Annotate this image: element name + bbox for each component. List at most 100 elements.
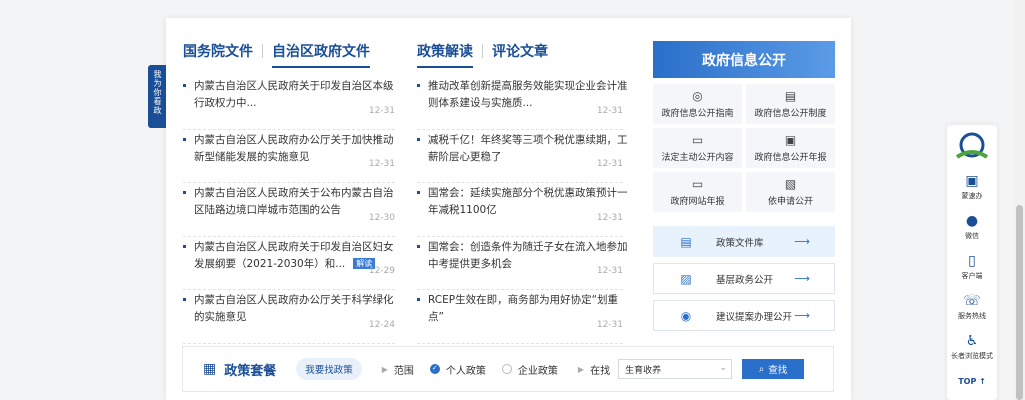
emblem-icon [955,132,989,159]
news-date: 12-31 [596,266,623,276]
news-date: 12-31 [596,105,623,116]
tab-commentary[interactable]: 评论文章 [492,41,548,61]
apply-open[interactable]: ▧ 依申请公开 [746,172,835,212]
policy-package-bar: ▦ 政策套餐 我要找政策 ▶ 范围 个人政策 企业政策 ▶ 在找 生育收养 ⌄ … [182,346,834,392]
policy-library-button[interactable]: ▤ 政策文件库 ⟶ [653,226,835,257]
range-label: 范围 [393,365,414,377]
left-tabs: 国务院文件 自治区政府文件 [183,41,370,68]
search-button[interactable]: ⌕ 查找 [742,359,805,379]
news-date: 12-24 [368,319,395,330]
list-item[interactable]: 减税千亿！年终奖等三项个税优惠续期，工薪阶层心更稳了 12-31 [417,130,628,183]
grassroots-open-button[interactable]: ▨ 基层政务公开 ⟶ [653,263,835,294]
topic-select[interactable]: 生育收养 ⌄ [618,359,733,379]
enterprise-policy-label[interactable]: 企业政策 [518,362,558,377]
news-date: 12-29 [368,266,395,276]
button-label: 政策文件库 [716,237,764,249]
search-icon: ⌕ [758,363,765,375]
rb-label: 长者浏览模式 [951,352,993,360]
top-label: TOP ↑ [958,377,986,386]
list-item[interactable]: 内蒙古自治区人民政府办公厅关于加快推动新型储能发展的实施意见 12-31 [183,130,395,183]
list-item[interactable]: 国常会：创造条件为随迁子女在流入地参加中考提供更多机会 12-31 [417,237,628,290]
arrow-right-icon: ⟶ [794,272,810,285]
elder-icon: ♿ [965,333,979,349]
news-title[interactable]: 内蒙古自治区人民政府关于印发自治区本级行政权力中... [194,78,394,112]
gov-info-open-banner[interactable]: 政府信息公开 [653,41,835,78]
gov-info-open-title: 政府信息公开 [702,52,786,69]
cell-label: 政府信息公开制度 [754,109,827,119]
gov-info-system[interactable]: ▤ 政府信息公开制度 [746,84,835,124]
compass-icon: ◎ [692,89,703,103]
arrow-right-icon: ⟶ [794,309,810,322]
client-app-button[interactable]: ▯ 客户端 [947,253,997,281]
triangle-right-icon: ▶ [577,364,585,374]
news-title[interactable]: 内蒙古自治区人民政府办公厅关于加快推动新型储能发展的实施意见 [194,132,394,166]
enterprise-policy-radio[interactable] [501,364,512,374]
select-value: 生育收养 [625,365,662,376]
gov-info-guide[interactable]: ◎ 政府信息公开指南 [653,84,742,124]
doc-icon: ▤ [784,89,797,103]
list-item[interactable]: 内蒙古自治区人民政府关于印发自治区妇女发展纲要（2021-2030年）和... 解… [183,237,395,290]
rb-label: 客户端 [961,272,983,280]
scrollbar-thumb[interactable] [1016,205,1023,400]
tab-policy-interpretation[interactable]: 政策解读 [417,41,473,68]
news-date: 12-31 [596,212,623,223]
personal-policy-label[interactable]: 个人政策 [446,362,486,377]
news-title[interactable]: 内蒙古自治区人民政府关于公布内蒙古自治区陆路边境口岸城市范围的公告 [194,185,394,219]
tab-region-gov[interactable]: 自治区政府文件 [272,41,370,68]
app-icon: ▣ [965,173,979,189]
cell-label: 法定主动公开内容 [661,153,734,163]
rb-label: 蒙速办 [961,192,983,200]
tab-state-council[interactable]: 国务院文件 [183,41,253,61]
cell-label: 依申请公开 [767,197,813,207]
report-icon: ▣ [784,133,797,147]
mengsuban-button[interactable]: ▣ 蒙速办 [947,173,997,201]
personal-policy-radio[interactable] [429,364,440,374]
elder-mode-button[interactable]: ♿ 长者浏览模式 [947,333,997,361]
button-label: 基层政务公开 [716,274,774,286]
open-icon: ▨ [680,271,692,286]
wechat-icon: ● [965,213,979,229]
gov-info-active-content[interactable]: ▭ 法定主动公开内容 [653,128,742,168]
back-to-top-button[interactable]: TOP ↑ [947,377,997,386]
side-feedback-tab[interactable]: 我为你看政 [148,65,166,128]
arrow-right-icon: ⟶ [794,235,810,248]
policy-package-title: 政策套餐 [224,363,277,379]
list-item[interactable]: 内蒙古自治区人民政府关于印发自治区本级行政权力中... 12-31 [183,76,395,130]
news-title[interactable]: 内蒙古自治区人民政府关于印发自治区妇女发展纲要（2021-2030年）和... 解… [194,239,394,273]
list-item[interactable]: RCEP生效在即，商务部为用好协定“划重点” 12-31 [417,290,623,344]
library-icon: ▤ [680,234,692,249]
list-item[interactable]: 内蒙古自治区人民政府关于公布内蒙古自治区陆路边境口岸城市范围的公告 12-30 [183,183,395,237]
list-item[interactable]: 国常会：延续实施部分个税优惠政策预计一年减税1100亿 12-31 [417,183,628,237]
apply-icon: ▧ [784,177,797,191]
list-item[interactable]: 内蒙古自治区人民政府办公厅关于科学绿化的实施意见 12-24 [183,290,395,344]
find-policy-button[interactable]: 我要找政策 [296,358,362,380]
gov-info-grid: ◎ 政府信息公开指南 ▤ 政府信息公开制度 ▭ 法定主动公开内容 ▣ 政府信息公… [653,84,835,212]
wechat-button[interactable]: ● 微信 [947,213,997,241]
mid-tabs: 政策解读 评论文章 [417,41,548,68]
side-tab-label: 我为你看政 [153,70,162,115]
find-in-label: 在找 [590,365,611,377]
chevron-down-icon: ⌄ [719,363,728,373]
rb-label: 微信 [965,232,979,240]
search-button-label: 查找 [768,365,788,376]
gov-info-annual-report[interactable]: ▣ 政府信息公开年报 [746,128,835,168]
proposal-open-button[interactable]: ◉ 建议提案办理公开 ⟶ [653,300,835,331]
cell-label: 政府网站年报 [670,197,725,207]
news-title[interactable]: 内蒙古自治区人民政府办公厅关于科学绿化的实施意见 [194,292,394,326]
file-icon: ▭ [691,133,704,147]
phone-icon: ▯ [968,253,976,269]
news-date: 12-31 [596,159,623,169]
gov-website-annual-report[interactable]: ▭ 政府网站年报 [653,172,742,212]
floating-service-bar: ▣ 蒙速办 ● 微信 ▯ 客户端 ☏ 服务热线 ♿ 长者浏览模式 TOP ↑ [947,125,997,400]
mid-news-list: 推动改革创新提高服务效能实现企业会计准则体系建设与实施质... 12-31 减税… [417,76,628,344]
monitor-icon: ▭ [691,177,704,191]
hotline-button[interactable]: ☏ 服务热线 [947,293,997,321]
hotline-icon: ☏ [963,293,981,309]
news-date: 12-31 [596,319,623,330]
proposal-icon: ◉ [680,308,692,323]
list-item[interactable]: 推动改革创新提高服务效能实现企业会计准则体系建设与实施质... 12-31 [417,76,628,130]
triangle-right-icon: ▶ [381,364,388,374]
cell-label: 政府信息公开年报 [754,153,827,163]
news-date: 12-31 [368,159,395,169]
logo [947,131,997,167]
